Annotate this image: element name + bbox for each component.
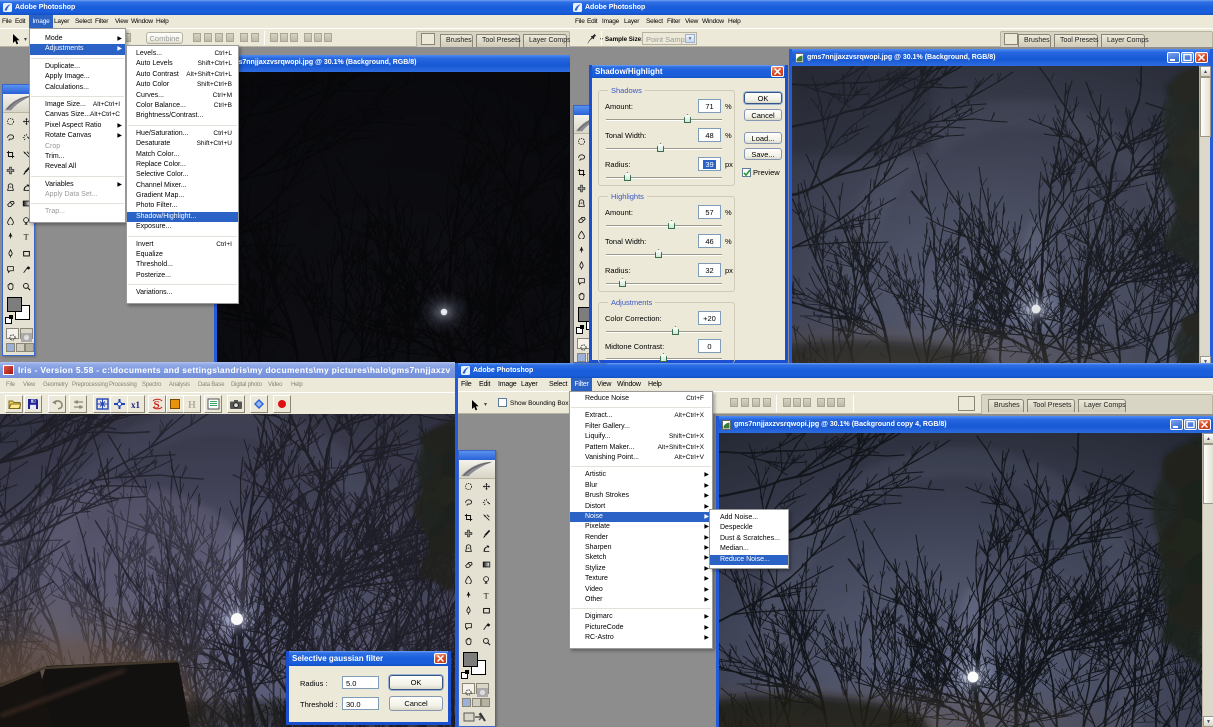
svg-text:x1: x1 (131, 400, 141, 410)
svg-text:T: T (23, 233, 28, 242)
svg-text:H: H (188, 400, 196, 410)
svg-text:T: T (483, 591, 488, 600)
